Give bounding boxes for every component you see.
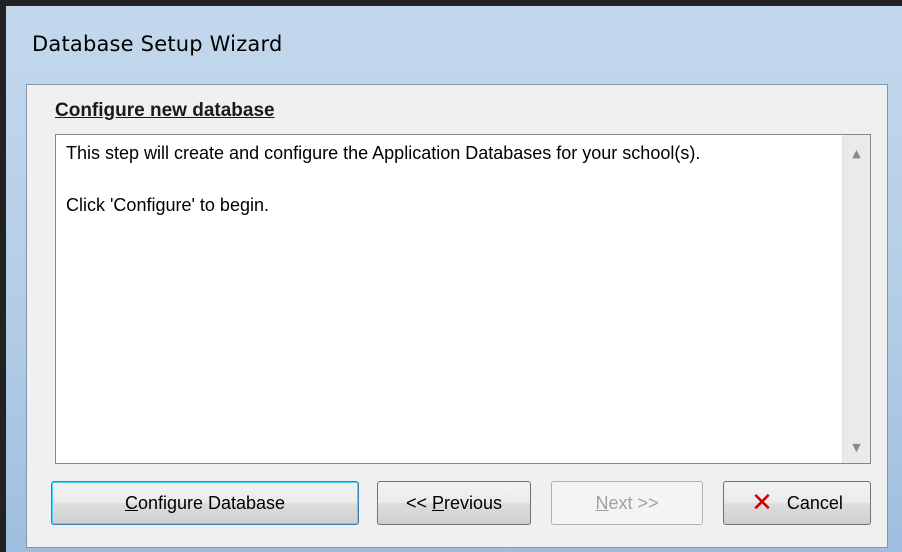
previous-accel-key: P	[431, 492, 444, 513]
next-label: ext >>	[608, 492, 659, 513]
configure-label: onfigure Database	[137, 492, 286, 513]
wizard-panel: Configure new database This step will cr…	[26, 84, 888, 548]
scroll-up-arrow-icon[interactable]: ▲	[843, 139, 870, 167]
close-x-icon: ✕	[751, 488, 773, 518]
message-textbox[interactable]: This step will create and configure the …	[55, 134, 871, 464]
next-button[interactable]: Next >>	[551, 481, 703, 525]
message-paragraph-2: Click 'Configure' to begin.	[66, 195, 269, 215]
vertical-scrollbar[interactable]: ▲ ▼	[842, 135, 870, 463]
cancel-button[interactable]: ✕ Cancel	[723, 481, 871, 525]
configure-accel-key: C	[124, 492, 138, 513]
previous-prefix: <<	[405, 492, 432, 513]
configure-database-button[interactable]: Configure Database	[51, 481, 359, 525]
previous-label: revious	[444, 492, 503, 513]
message-text: This step will create and configure the …	[56, 135, 842, 463]
window-title: Database Setup Wizard	[32, 32, 283, 56]
section-heading: Configure new database	[55, 100, 275, 121]
previous-button[interactable]: << Previous	[377, 481, 531, 525]
message-paragraph-1: This step will create and configure the …	[66, 143, 701, 163]
next-accel-key: N	[595, 492, 609, 513]
dialog-window: Database Setup Wizard Configure new data…	[0, 0, 902, 552]
scroll-down-arrow-icon[interactable]: ▼	[843, 433, 870, 461]
cancel-label: Cancel	[786, 492, 843, 513]
